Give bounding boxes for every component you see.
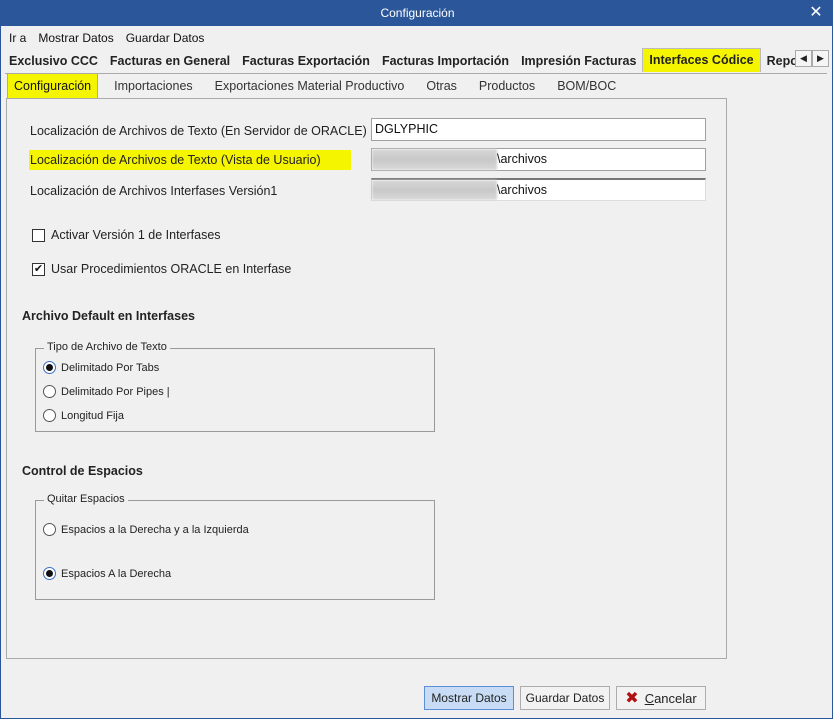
radio-label: Delimitado Por Tabs — [61, 361, 160, 374]
tab-impresion-facturas[interactable]: Impresión Facturas — [515, 50, 642, 72]
user-view-path-input[interactable]: \archivos — [371, 148, 706, 171]
sub-tab-strip: Configuración Importaciones Exportacione… — [7, 74, 627, 98]
radio-delimitado-pipes[interactable]: Delimitado Por Pipes | — [43, 385, 170, 398]
radio-espacios-derecha[interactable]: Espacios A la Derecha — [43, 567, 171, 580]
radio-espacios-ambos[interactable]: Espacios a la Derecha y a la Izquierda — [43, 523, 249, 536]
radio-label: Delimitado Por Pipes | — [61, 385, 170, 398]
quitar-espacios-group: Quitar Espacios Espacios a la Derecha y … — [35, 493, 435, 600]
radio-label: Longitud Fija — [61, 409, 124, 422]
check-icon: ✔ — [33, 262, 44, 275]
activar-v1-checkbox-row[interactable]: Activar Versión 1 de Interfases — [32, 228, 221, 242]
radio-button[interactable] — [43, 409, 56, 422]
tab-facturas-importacion[interactable]: Facturas Importación — [376, 50, 515, 72]
cancel-x-icon: ✖ — [625, 690, 639, 707]
v1-path-value: \archivos — [497, 183, 548, 197]
menu-guardar-datos[interactable]: Guardar Datos — [120, 28, 211, 48]
button-label: Cancelar — [645, 691, 697, 706]
button-label: Guardar Datos — [525, 691, 605, 705]
mostrar-datos-button[interactable]: Mostrar Datos — [424, 686, 514, 710]
configuration-window: Configuración ✕ Ir a Mostrar Datos Guard… — [0, 0, 833, 719]
control-espacios-title: Control de Espacios — [22, 464, 143, 478]
oracle-path-input[interactable]: DGLYPHIC — [371, 118, 706, 141]
v1-path-label: Localización de Archivos Interfases Vers… — [30, 184, 278, 198]
tab-scroll-buttons: ◀ ▶ — [795, 50, 829, 67]
close-icon[interactable]: ✕ — [808, 0, 824, 26]
usar-oracle-checkbox-row[interactable]: ✔ Usar Procedimientos ORACLE en Interfas… — [32, 262, 291, 276]
user-view-path-label: Localización de Archivos de Texto (Vista… — [29, 150, 351, 170]
menu-ir-a[interactable]: Ir a — [3, 28, 32, 48]
activar-v1-checkbox[interactable] — [32, 228, 45, 242]
radio-button[interactable] — [43, 385, 56, 398]
activar-v1-label: Activar Versión 1 de Interfases — [51, 228, 221, 242]
scroll-left-icon[interactable]: ◀ — [795, 50, 812, 67]
subtab-productos[interactable]: Productos — [468, 74, 546, 98]
archivo-default-title: Archivo Default en Interfases — [22, 309, 195, 323]
radio-label: Espacios a la Derecha y a la Izquierda — [61, 523, 249, 536]
subtab-configuracion[interactable]: Configuración — [7, 74, 99, 98]
main-tab-strip: Exclusivo CCC Facturas en General Factur… — [1, 48, 821, 72]
radio-delimitado-tabs[interactable]: Delimitado Por Tabs — [43, 361, 159, 374]
scroll-right-icon[interactable]: ▶ — [812, 50, 829, 67]
menu-mostrar-datos[interactable]: Mostrar Datos — [32, 28, 119, 48]
tab-interfaces-codice[interactable]: Interfaces Códice — [642, 48, 761, 72]
menu-bar: Ir a Mostrar Datos Guardar Datos — [3, 28, 210, 48]
tipo-archivo-group: Tipo de Archivo de Texto Delimitado Por … — [35, 341, 435, 432]
radio-label: Espacios A la Derecha — [61, 567, 172, 580]
radio-button[interactable] — [43, 523, 56, 536]
mnemonic: C — [644, 690, 655, 706]
v1-path-input[interactable]: \archivos — [371, 178, 706, 201]
tipo-archivo-legend: Tipo de Archivo de Texto — [44, 341, 170, 353]
oracle-path-value: DGLYPHIC — [375, 122, 438, 136]
tab-facturas-general[interactable]: Facturas en General — [104, 50, 236, 72]
subtab-importaciones[interactable]: Importaciones — [103, 74, 204, 98]
oracle-path-label: Localización de Archivos de Texto (En Se… — [30, 124, 367, 138]
subtab-exportaciones-material[interactable]: Exportaciones Material Productivo — [204, 74, 416, 98]
configuration-panel: Localización de Archivos de Texto (En Se… — [6, 98, 727, 659]
redacted-region — [372, 180, 497, 200]
radio-longitud-fija[interactable]: Longitud Fija — [43, 409, 124, 422]
label-rest: ancelar — [654, 690, 697, 706]
redacted-region — [372, 149, 497, 170]
cancelar-button[interactable]: ✖ Cancelar — [616, 686, 706, 710]
window-title: Configuración — [380, 6, 455, 20]
guardar-datos-button[interactable]: Guardar Datos — [520, 686, 610, 710]
title-bar: Configuración ✕ — [1, 0, 833, 26]
quitar-espacios-legend: Quitar Espacios — [44, 493, 128, 505]
tab-facturas-exportacion[interactable]: Facturas Exportación — [236, 50, 376, 72]
button-label: Mostrar Datos — [431, 691, 507, 705]
radio-button-selected[interactable] — [43, 361, 56, 374]
usar-oracle-checkbox[interactable]: ✔ — [32, 262, 45, 276]
subtab-bom-boc[interactable]: BOM/BOC — [546, 74, 627, 98]
user-view-path-value: \archivos — [497, 152, 548, 166]
tab-exclusivo-ccc[interactable]: Exclusivo CCC — [1, 50, 104, 72]
subtab-otras[interactable]: Otras — [415, 74, 468, 98]
usar-oracle-label: Usar Procedimientos ORACLE en Interfase — [51, 262, 292, 276]
radio-button-selected[interactable] — [43, 567, 56, 580]
